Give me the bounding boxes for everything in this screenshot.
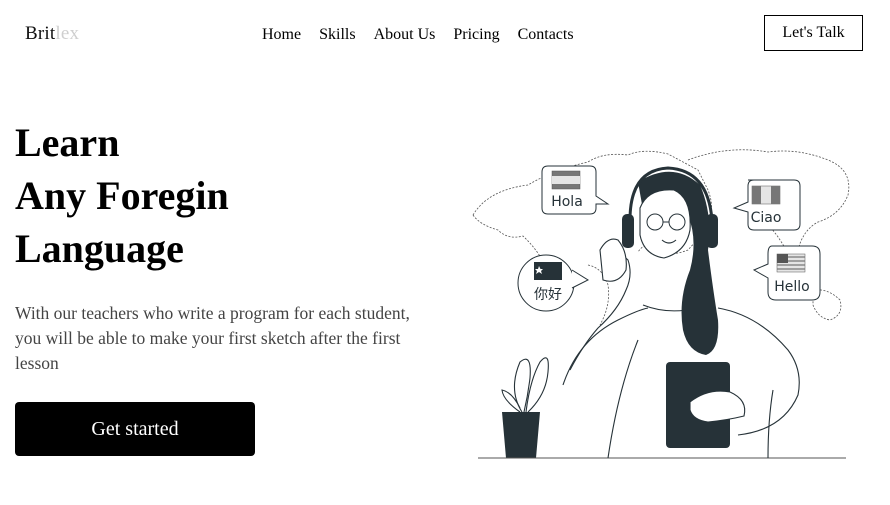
headphones-right-cup <box>706 214 718 248</box>
bubble-text-hola: Hola <box>551 194 583 210</box>
nav-contacts[interactable]: Contacts <box>518 26 574 44</box>
hero-title-line: Learn <box>15 120 120 165</box>
speech-bubble-ciao: Ciao <box>732 179 801 231</box>
hero-title-line: Any Foregin <box>15 173 229 218</box>
hero-title-line: Language <box>15 226 184 271</box>
raised-hand <box>599 238 627 282</box>
main-nav: Home Skills About Us Pricing Contacts <box>262 26 592 44</box>
language-learning-illustration: Hola Ciao 你好 Hello <box>472 149 850 459</box>
logo-text-accent: lex <box>55 23 80 44</box>
plant <box>501 357 549 413</box>
lets-talk-button[interactable]: Let's Talk <box>764 15 863 51</box>
speech-bubble-hola: Hola <box>541 165 610 215</box>
brand-logo[interactable]: Britlex <box>25 23 79 45</box>
nav-pricing[interactable]: Pricing <box>453 26 499 44</box>
hero-title: Learn Any Foregin Language <box>15 116 229 275</box>
speech-bubble-chinese: 你好 <box>517 254 590 312</box>
nav-about-us[interactable]: About Us <box>374 26 436 44</box>
bubble-text-hello: Hello <box>774 279 810 295</box>
bubble-text-ciao: Ciao <box>751 210 782 226</box>
logo-text-primary: Brit <box>25 23 56 44</box>
get-started-button[interactable]: Get started <box>15 402 255 456</box>
plant-pot <box>502 412 540 458</box>
bubble-text-chinese: 你好 <box>534 287 562 303</box>
nav-skills[interactable]: Skills <box>319 26 355 44</box>
headphones-left-cup <box>622 214 634 248</box>
nav-home[interactable]: Home <box>262 26 301 44</box>
hero-description: With our teachers who write a program fo… <box>15 303 410 373</box>
speech-bubble-hello: Hello <box>752 245 821 301</box>
